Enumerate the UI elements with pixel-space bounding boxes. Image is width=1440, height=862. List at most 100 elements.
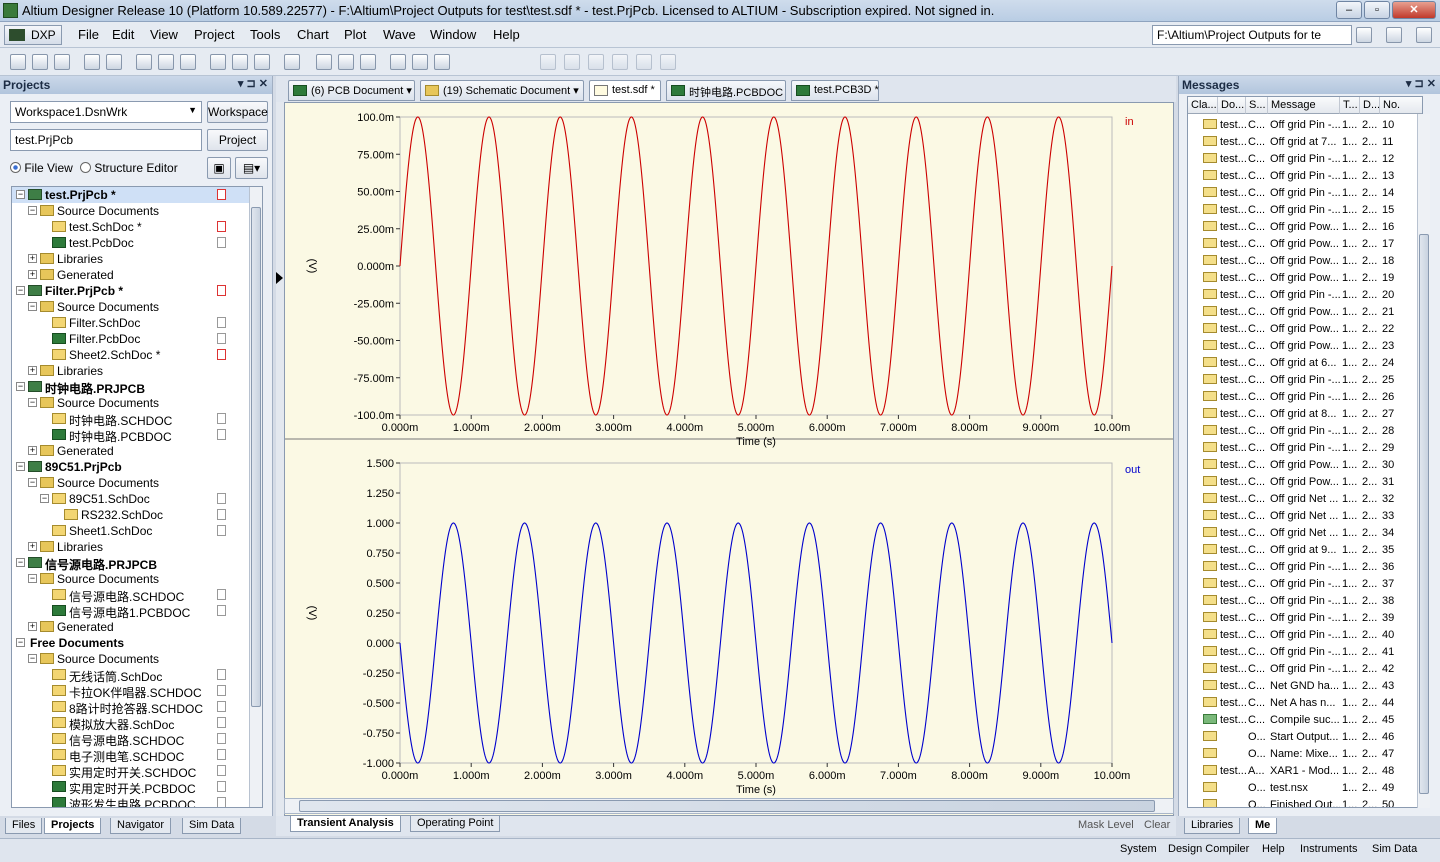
message-row[interactable]: test... C... Off grid Pow... 1... 2... 31 — [1188, 474, 1422, 491]
print-preview-icon[interactable] — [106, 54, 122, 70]
tree-item[interactable]: 波形发生电路.PCBDOC — [12, 795, 250, 807]
message-row[interactable]: test... C... Off grid Pow... 1... 2... 16 — [1188, 219, 1422, 236]
message-row[interactable]: test... C... Off grid Net ... 1... 2... 34 — [1188, 525, 1422, 542]
collapse-icon[interactable]: − — [40, 494, 49, 503]
message-row[interactable]: O... test.nsx 1... 2... 49 — [1188, 780, 1422, 797]
tree-item[interactable]: − 时钟电路.PRJPCB — [12, 379, 250, 396]
workspace-combo[interactable]: Workspace1.DsnWrk ▼ — [10, 101, 202, 123]
tab-files[interactable]: Files — [5, 818, 43, 834]
nav-back-icon[interactable] — [1356, 27, 1372, 43]
message-row[interactable]: test... C... Off grid Pow... 1... 2... 21 — [1188, 304, 1422, 321]
doc-tab-pcb-documents[interactable]: (6) PCB Document ▾ — [288, 80, 415, 101]
messages-column-header[interactable]: T... — [1340, 97, 1360, 114]
tree-item[interactable]: + Generated — [12, 443, 250, 459]
message-row[interactable]: test... C... Off grid Pow... 1... 2... 23 — [1188, 338, 1422, 355]
message-row[interactable]: test... C... Off grid Pow... 1... 2... 30 — [1188, 457, 1422, 474]
tree-item[interactable]: + Libraries — [12, 363, 250, 379]
menu-project[interactable]: Project — [194, 27, 234, 42]
expand-icon[interactable]: + — [28, 542, 37, 551]
message-row[interactable]: test... C... Off grid at 7... 1... 2... 11 — [1188, 134, 1422, 151]
messages-column-header[interactable]: D... — [1360, 97, 1380, 114]
tree-item[interactable]: Filter.PcbDoc — [12, 331, 250, 347]
project-menu-button[interactable]: ▤▾ — [235, 157, 268, 179]
message-row[interactable]: O... Finished Out... 1... 2... 50 — [1188, 797, 1422, 807]
message-row[interactable]: test... C... Off grid Pow... 1... 2... 22 — [1188, 321, 1422, 338]
tree-item[interactable]: test.SchDoc * — [12, 219, 250, 235]
message-row[interactable]: test... C... Off grid at 8... 1... 2... 27 — [1188, 406, 1422, 423]
wave-tool-1-icon[interactable] — [540, 54, 556, 70]
tree-item[interactable]: − 信号源电路.PRJPCB — [12, 555, 250, 572]
message-row[interactable]: test... A... XAR1 - Mod... 1... 2... 48 — [1188, 763, 1422, 780]
zoom-in-icon[interactable] — [136, 54, 152, 70]
tree-item[interactable]: 实用定时开关.SCHDOC — [12, 763, 250, 780]
menu-window[interactable]: Window — [430, 27, 476, 42]
path-combo[interactable]: F:\Altium\Project Outputs for te — [1152, 25, 1352, 45]
tab-transient-analysis[interactable]: Transient Analysis — [290, 816, 401, 832]
tree-item[interactable]: 卡拉OK伴唱器.SCHDOC — [12, 683, 250, 700]
tree-item[interactable]: 信号源电路1.PCBDOC — [12, 603, 250, 620]
tab-operating-point[interactable]: Operating Point — [410, 816, 501, 832]
collapse-icon[interactable]: − — [16, 286, 25, 295]
message-row[interactable]: test... C... Off grid Pin -... 1... 2... 28 — [1188, 423, 1422, 440]
wave-add-icon[interactable] — [434, 54, 450, 70]
wave-tool-3-icon[interactable] — [588, 54, 604, 70]
collapse-icon[interactable]: − — [16, 190, 25, 199]
tree-item[interactable]: − Source Documents — [12, 475, 250, 491]
minimize-button[interactable]: – — [1336, 1, 1362, 19]
tree-item[interactable]: − test.PrjPcb * — [12, 187, 250, 203]
structure-editor-radio[interactable]: Structure Editor — [80, 161, 178, 175]
message-row[interactable]: test... C... Compile suc... 1... 2... 45 — [1188, 712, 1422, 729]
status-design-compiler[interactable]: Design Compiler — [1168, 843, 1249, 855]
waveform-chart-area[interactable]: 100.0m 75.00m 50.00m 25.00m 0.000m -25.00m -50… — [284, 102, 1174, 816]
message-row[interactable]: test... C... Off grid Pow... 1... 2... 17 — [1188, 236, 1422, 253]
message-row[interactable]: test... C... Off grid Pin -... 1... 2... 13 — [1188, 168, 1422, 185]
clear-button[interactable]: Clear — [1144, 819, 1170, 831]
message-row[interactable]: test... C... Off grid Pin -... 1... 2... 26 — [1188, 389, 1422, 406]
expand-icon[interactable]: + — [28, 366, 37, 375]
cursor-check-icon[interactable] — [360, 54, 376, 70]
message-row[interactable]: test... C... Off grid Pin -... 1... 2... 10 — [1188, 117, 1422, 134]
zoom-fit-icon[interactable] — [180, 54, 196, 70]
copy-icon[interactable] — [232, 54, 248, 70]
message-row[interactable]: test... C... Off grid Pin -... 1... 2... 25 — [1188, 372, 1422, 389]
new-icon[interactable] — [10, 54, 26, 70]
mask-level-button[interactable]: Mask Level — [1078, 819, 1134, 831]
message-row[interactable]: test... C... Off grid Pin -... 1... 2... 15 — [1188, 202, 1422, 219]
project-field[interactable]: test.PrjPcb — [10, 129, 202, 151]
chart-hscrollbar[interactable] — [284, 798, 1174, 814]
project-options-button[interactable]: ▣ — [207, 157, 231, 179]
tree-item[interactable]: − Free Documents — [12, 635, 250, 651]
save-icon[interactable] — [54, 54, 70, 70]
message-row[interactable]: test... C... Off grid Pin -... 1... 2... 36 — [1188, 559, 1422, 576]
message-row[interactable]: test... C... Off grid Pin -... 1... 2... 12 — [1188, 151, 1422, 168]
panel-pin-icon[interactable]: ▾ ⊐ ✕ — [1406, 77, 1436, 90]
collapse-icon[interactable]: − — [16, 382, 25, 391]
message-row[interactable]: test... C... Off grid Pin -... 1... 2... 39 — [1188, 610, 1422, 627]
status-instruments[interactable]: Instruments — [1300, 843, 1357, 855]
maximize-button[interactable]: ▫ — [1364, 1, 1390, 19]
doc-tab-clock-pcbdoc[interactable]: 时钟电路.PCBDOC — [666, 80, 786, 101]
collapse-icon[interactable]: − — [16, 638, 25, 647]
expand-icon[interactable]: + — [28, 254, 37, 263]
collapse-icon[interactable]: − — [28, 206, 37, 215]
tree-item[interactable]: 无线话筒.SchDoc — [12, 667, 250, 684]
tree-item[interactable]: 8路计时抢答器.SCHDOC — [12, 699, 250, 716]
message-row[interactable]: test... C... Off grid Pin -... 1... 2... 14 — [1188, 185, 1422, 202]
tree-item[interactable]: + Libraries — [12, 539, 250, 555]
expand-icon[interactable]: + — [28, 446, 37, 455]
cursor-remove-icon[interactable] — [338, 54, 354, 70]
tab-sim-data[interactable]: Sim Data — [182, 818, 242, 834]
status-sim-data[interactable]: Sim Data — [1372, 843, 1417, 855]
tree-item[interactable]: − Source Documents — [12, 203, 250, 219]
messages-column-header[interactable]: Do... — [1218, 97, 1246, 114]
messages-scrollbar-thumb[interactable] — [1419, 234, 1429, 794]
menu-view[interactable]: View — [150, 27, 178, 42]
message-row[interactable]: test... C... Off grid Pin -... 1... 2... 37 — [1188, 576, 1422, 593]
close-button[interactable]: ✕ — [1392, 1, 1436, 19]
zoom-out-icon[interactable] — [158, 54, 174, 70]
tree-item[interactable]: − Source Documents — [12, 299, 250, 315]
paste-icon[interactable] — [254, 54, 270, 70]
tree-scrollbar-thumb[interactable] — [251, 207, 261, 707]
collapse-icon[interactable]: − — [28, 398, 37, 407]
tree-item[interactable]: 时钟电路.SCHDOC — [12, 411, 250, 428]
